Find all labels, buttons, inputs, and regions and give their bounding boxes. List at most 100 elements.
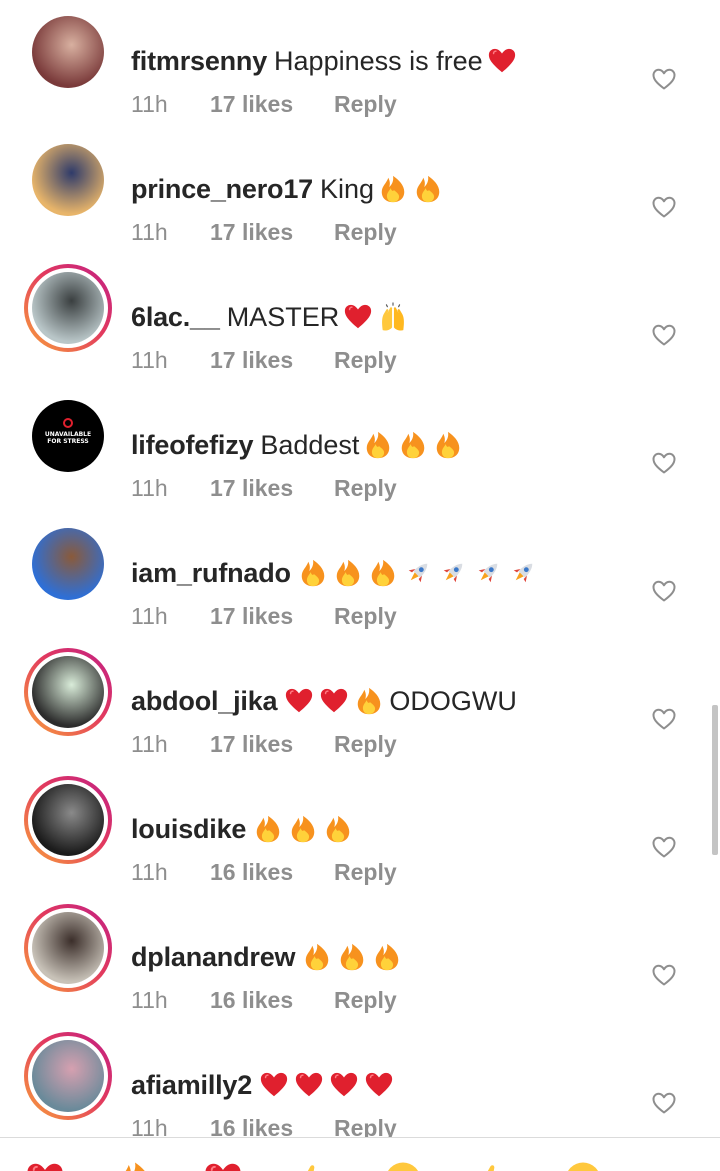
- rocket-emoji-icon: [408, 563, 428, 583]
- comment-line: abdool_jika ODOGWU: [131, 684, 521, 718]
- comment-line: prince_nero17 King: [131, 172, 448, 206]
- comment-username[interactable]: 6lac.__: [131, 300, 220, 334]
- comment-time: 11h: [131, 987, 168, 1013]
- comment-row: prince_nero17 King 11h 17 likes Reply: [0, 144, 720, 272]
- like-heart-icon[interactable]: [651, 450, 677, 476]
- comment-words: Happiness is free: [274, 46, 483, 76]
- comment-meta: 11h 16 likes Reply: [131, 986, 397, 1014]
- like-heart-icon[interactable]: [651, 834, 677, 860]
- comment-likes[interactable]: 17 likes: [210, 90, 334, 118]
- comment-username[interactable]: lifeofefizy: [131, 428, 254, 462]
- avatar-ring-gap: [28, 1036, 108, 1116]
- reply-button[interactable]: Reply: [334, 474, 397, 502]
- reply-button[interactable]: Reply: [334, 90, 397, 118]
- avatar[interactable]: [32, 16, 104, 88]
- comment-likes[interactable]: 17 likes: [210, 218, 334, 246]
- emoji-reaction-bar: 100: [0, 1137, 720, 1171]
- comment-username[interactable]: iam_rufnado: [131, 556, 291, 590]
- avatar-story-ring[interactable]: [24, 648, 112, 736]
- avatar-story-ring[interactable]: [24, 904, 112, 992]
- comment-meta: 11h 17 likes Reply: [131, 730, 397, 758]
- red-heart-emoji-icon: [260, 1072, 288, 1097]
- comment-line: lifeofefizy Baddest: [131, 428, 468, 462]
- fire-emoji-icon: [341, 943, 364, 971]
- fire-emoji-icon: [416, 175, 440, 203]
- fire-emoji-icon: [367, 431, 390, 459]
- reply-button[interactable]: Reply: [334, 986, 397, 1014]
- comment-likes[interactable]: 16 likes: [210, 858, 334, 886]
- like-heart-icon[interactable]: [651, 66, 677, 92]
- reply-button[interactable]: Reply: [334, 730, 397, 758]
- reply-button[interactable]: Reply: [334, 602, 397, 630]
- comment-text: King: [320, 172, 448, 206]
- comment-text: [302, 941, 407, 973]
- like-heart-icon[interactable]: [651, 1090, 677, 1116]
- comment-time: 11h: [131, 859, 168, 885]
- avatar-image: [32, 1040, 104, 1112]
- comment-words: MASTER: [226, 302, 340, 332]
- reaction-thumbs-up-icon[interactable]: [470, 1160, 516, 1171]
- reply-button[interactable]: Reply: [334, 858, 397, 886]
- comment-text: ODOGWU: [284, 684, 521, 718]
- reaction-thumbs-up-icon[interactable]: [290, 1160, 336, 1171]
- avatar-image: [32, 16, 104, 88]
- comment-text: MASTER: [227, 300, 414, 334]
- fire-emoji-icon: [381, 175, 405, 203]
- reaction-fire-icon[interactable]: [112, 1160, 158, 1171]
- avatar[interactable]: [32, 144, 104, 216]
- avatar-image: [32, 144, 104, 216]
- reaction-face-icon[interactable]: [380, 1160, 426, 1171]
- comment-text: [298, 557, 543, 589]
- comment-likes[interactable]: 17 likes: [210, 602, 334, 630]
- comment-username[interactable]: abdool_jika: [131, 684, 278, 718]
- avatar[interactable]: [32, 528, 104, 600]
- comment-time: 11h: [131, 91, 168, 117]
- comment-line: 6lac.__ MASTER: [131, 300, 413, 334]
- reply-button[interactable]: Reply: [334, 218, 397, 246]
- scrollbar[interactable]: [712, 705, 718, 855]
- comment-username[interactable]: prince_nero17: [131, 172, 313, 206]
- reaction-red-heart-icon[interactable]: [22, 1160, 68, 1171]
- avatar-story-ring[interactable]: [24, 1032, 112, 1120]
- comment-meta: 11h 17 likes Reply: [131, 602, 397, 630]
- rocket-emoji-icon: [513, 563, 533, 583]
- like-heart-icon[interactable]: [651, 322, 677, 348]
- comment-username[interactable]: louisdike: [131, 812, 246, 846]
- rocket-emoji-icon: [443, 563, 463, 583]
- reaction-face-icon[interactable]: [560, 1160, 606, 1171]
- reaction-red-heart-icon[interactable]: [200, 1160, 246, 1171]
- fire-emoji-icon: [371, 559, 395, 587]
- avatar-image: UNAVAILABLE FOR STRESS: [32, 400, 104, 472]
- comment-likes[interactable]: 17 likes: [210, 474, 334, 502]
- reply-button[interactable]: Reply: [334, 346, 397, 374]
- raising-hands-emoji-icon: [382, 302, 405, 331]
- avatar-story-ring[interactable]: [24, 264, 112, 352]
- comment-likes[interactable]: 17 likes: [210, 346, 334, 374]
- fire-emoji-icon: [306, 943, 329, 971]
- like-heart-icon[interactable]: [651, 194, 677, 220]
- like-heart-icon[interactable]: [651, 962, 677, 988]
- comment-username[interactable]: afiamilly2: [131, 1068, 252, 1102]
- comment-username[interactable]: fitmrsenny: [131, 44, 267, 78]
- comment-meta: 11h 17 likes Reply: [131, 346, 397, 374]
- avatar-stop-icon: [63, 418, 73, 428]
- comment-time: 11h: [131, 731, 168, 757]
- comment-likes[interactable]: 16 likes: [210, 986, 334, 1014]
- avatar-image: [32, 784, 104, 856]
- avatar[interactable]: UNAVAILABLE FOR STRESS: [32, 400, 104, 472]
- comment-line: louisdike: [131, 812, 358, 846]
- comment-row: fitmrsenny Happiness is free 11h 17 likes Re…: [0, 16, 720, 144]
- reaction-100-icon[interactable]: 100: [648, 1160, 695, 1171]
- avatar-ring-gap: [28, 652, 108, 732]
- avatar-story-ring[interactable]: [24, 776, 112, 864]
- comment-words: ODOGWU: [389, 686, 517, 716]
- comment-row: iam_rufnado 11h 17 likes Reply: [0, 528, 720, 656]
- comment-likes[interactable]: 17 likes: [210, 730, 334, 758]
- comment-username[interactable]: dplanandrew: [131, 940, 296, 974]
- comment-line: dplanandrew: [131, 940, 407, 974]
- comment-line: afiamilly2: [131, 1068, 399, 1102]
- comment-meta: 11h 17 likes Reply: [131, 90, 397, 118]
- comment-words: King: [319, 174, 375, 204]
- like-heart-icon[interactable]: [651, 578, 677, 604]
- like-heart-icon[interactable]: [651, 706, 677, 732]
